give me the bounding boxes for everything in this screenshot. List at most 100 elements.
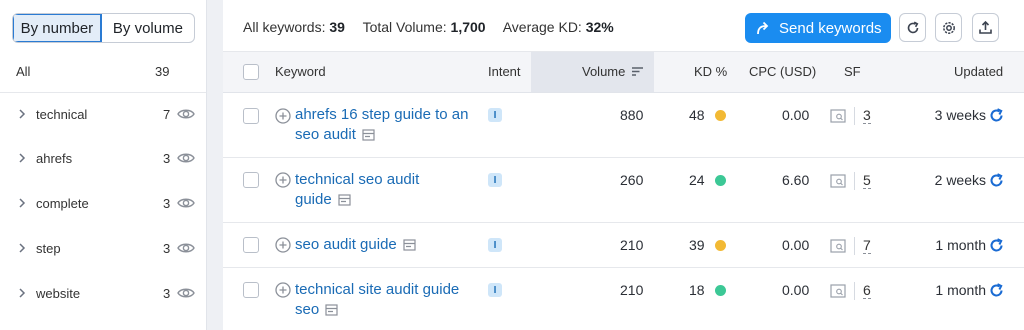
keyword-line: seo audit (295, 126, 356, 143)
table-header: Keyword Intent Volume KD % CPC (USD) SF … (223, 52, 1024, 93)
sf-divider (854, 282, 855, 300)
eye-icon[interactable] (177, 196, 195, 210)
volume-column-header[interactable]: Volume (582, 64, 625, 79)
updated-cell: 1 month (935, 237, 986, 253)
intent-badge: I (488, 108, 502, 122)
group-count: 3 (163, 286, 171, 301)
add-circle-icon[interactable] (275, 172, 291, 188)
serp-icon[interactable] (338, 194, 351, 206)
row-checkbox[interactable] (243, 108, 259, 124)
refresh-button[interactable] (899, 13, 926, 42)
add-circle-icon[interactable] (275, 282, 291, 298)
add-circle-icon[interactable] (275, 237, 291, 253)
eye-icon[interactable] (177, 151, 195, 165)
chevron-right-icon (19, 153, 26, 163)
row-checkbox[interactable] (243, 282, 259, 298)
chevron-right-icon (19, 198, 26, 208)
updated-cell: 2 weeks (934, 172, 986, 188)
gear-icon (942, 21, 955, 34)
kd-difficulty-dot (715, 285, 726, 296)
cpc-cell: 0.00 (782, 282, 810, 298)
settings-button[interactable] (935, 13, 962, 42)
kd-column-header[interactable]: KD % (694, 64, 727, 79)
group-item-ahrefs[interactable]: ahrefs 3 (0, 137, 206, 181)
cpc-cell: 0.00 (782, 107, 810, 123)
refresh-icon[interactable] (989, 173, 1004, 188)
keyword-column-header[interactable]: Keyword (275, 64, 326, 79)
row-checkbox[interactable] (243, 172, 259, 188)
eye-icon[interactable] (177, 286, 195, 300)
average-kd-label: Average KD: (502, 19, 582, 35)
refresh-icon[interactable] (989, 283, 1004, 298)
all-keywords-value: 39 (329, 19, 345, 35)
updated-column-header[interactable]: Updated (954, 64, 1003, 79)
group-item-website[interactable]: website 3 (0, 272, 206, 316)
intent-column-header[interactable]: Intent (488, 64, 521, 79)
keyword-link[interactable]: technical site audit guide seo (295, 280, 459, 320)
table-row: technical site audit guide seo I 210 18 … (223, 268, 1024, 330)
keyword-line: technical site audit guide (295, 281, 460, 298)
eye-icon[interactable] (177, 107, 195, 121)
row-checkbox[interactable] (243, 237, 259, 253)
group-count: 3 (163, 241, 171, 256)
keyword-link[interactable]: ahrefs 16 step guide to an seo audit (295, 105, 468, 145)
send-keywords-label: Send keywords (779, 19, 882, 37)
serp-icon[interactable] (403, 239, 416, 251)
send-keywords-button[interactable]: Send keywords (745, 13, 891, 43)
volume-cell: 210 (620, 282, 644, 298)
refresh-icon (907, 20, 918, 33)
kd-cell: 18 (689, 282, 705, 298)
group-all-row[interactable]: All 39 (0, 51, 206, 93)
add-circle-icon[interactable] (275, 108, 291, 124)
refresh-icon[interactable] (989, 238, 1004, 253)
share-arrow-icon (757, 21, 769, 35)
sf-divider (854, 172, 855, 190)
sort-descending-icon[interactable] (631, 66, 644, 77)
intent-badge: I (488, 173, 502, 187)
total-volume-label: Total Volume: (362, 19, 447, 35)
group-label: ahrefs (36, 151, 73, 166)
serp-icon[interactable] (362, 129, 375, 141)
intent-badge: I (488, 238, 502, 252)
all-keywords-label: All keywords: (243, 19, 326, 35)
keyword-line: technical seo audit (295, 171, 420, 188)
export-button[interactable] (972, 13, 999, 42)
group-count: 7 (163, 107, 171, 122)
by-volume-tab[interactable]: By volume (102, 14, 194, 42)
group-label: step (36, 241, 61, 256)
group-label: complete (36, 196, 89, 211)
refresh-icon[interactable] (989, 108, 1004, 123)
group-item-technical[interactable]: technical 7 (0, 93, 206, 137)
serp-icon[interactable] (325, 304, 338, 316)
sf-count[interactable]: 5 (863, 173, 871, 189)
group-count: 3 (163, 151, 171, 166)
chevron-right-icon (19, 109, 26, 119)
group-label: technical (36, 107, 88, 122)
keyword-line: ahrefs 16 step guide to an (295, 106, 469, 123)
volume-cell: 210 (620, 237, 644, 253)
keyword-link[interactable]: seo audit guide (295, 235, 416, 255)
group-all-label: All (16, 64, 31, 79)
table-row: seo audit guide I 210 39 0.00 7 1 month (223, 223, 1024, 268)
sf-column-header[interactable]: SF (844, 64, 861, 79)
average-kd-value: 32% (585, 19, 614, 35)
select-all-checkbox[interactable] (243, 64, 259, 80)
sf-count[interactable]: 3 (863, 108, 871, 124)
kd-difficulty-dot (715, 110, 726, 121)
serp-features-icon (830, 284, 846, 298)
groups-sidebar: By number By volume All 39 technical 7 a… (0, 0, 207, 330)
by-number-tab[interactable]: By number (13, 14, 102, 42)
group-item-step[interactable]: step 3 (0, 227, 206, 271)
cpc-cell: 0.00 (782, 237, 810, 253)
group-count: 3 (163, 196, 171, 211)
group-item-complete[interactable]: complete 3 (0, 182, 206, 226)
sf-count[interactable]: 7 (863, 238, 871, 254)
updated-cell: 1 month (935, 282, 986, 298)
cpc-column-header[interactable]: CPC (USD) (749, 64, 816, 79)
keyword-line: seo audit guide (295, 236, 397, 253)
sf-count[interactable]: 6 (863, 283, 871, 299)
group-all-count: 39 (155, 64, 170, 79)
eye-icon[interactable] (177, 241, 195, 255)
keyword-link[interactable]: technical seo audit guide (295, 170, 419, 210)
chevron-right-icon (19, 288, 26, 298)
